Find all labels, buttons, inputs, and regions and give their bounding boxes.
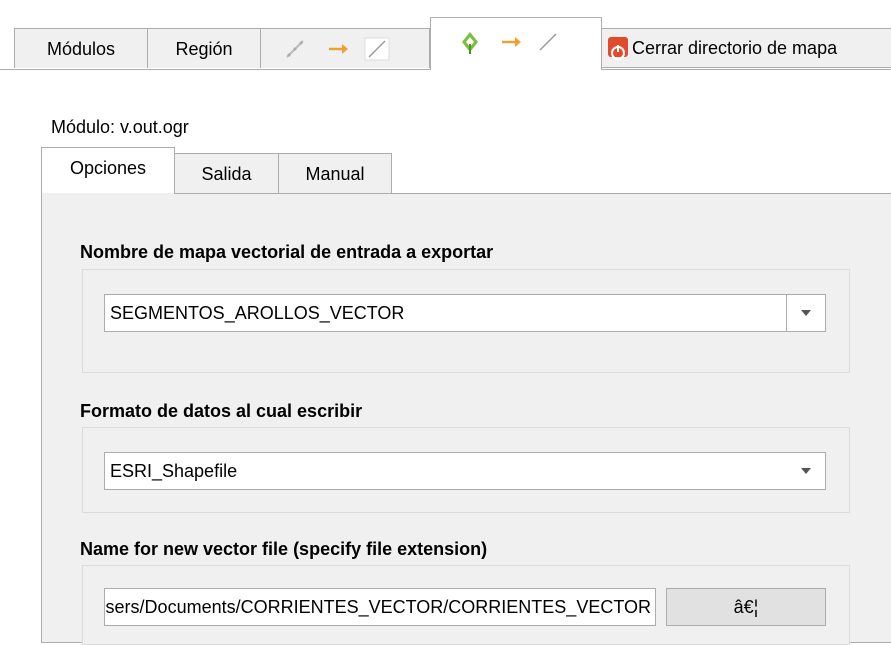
output-file-title: Name for new vector file (specify file e… — [80, 539, 488, 559]
tab-region[interactable]: Región — [147, 28, 261, 68]
format-value: ESRI_Shapefile — [110, 461, 238, 481]
power-icon — [608, 37, 628, 60]
active-tab-joint — [42, 193, 174, 195]
input-map-dropdown[interactable] — [786, 295, 825, 331]
module-name: Módulo: v.out.ogr — [51, 117, 189, 137]
format-title: Formato de datos al cual escribir — [80, 401, 363, 421]
input-map-value: SEGMENTOS_AROLLOS_VECTOR — [110, 303, 405, 323]
browse-button[interactable]: â€¦ — [666, 588, 826, 626]
tab-vector-export[interactable] — [430, 17, 602, 70]
close-mapset-button[interactable]: Cerrar directorio de mapa — [601, 28, 891, 68]
chevron-down-icon — [801, 468, 811, 474]
tab-baseline — [0, 69, 430, 70]
arrow-right-icon — [329, 44, 348, 54]
tab-output-label: Salida — [201, 164, 252, 184]
tab-manual[interactable]: Manual — [278, 153, 392, 193]
vector-line-icon — [286, 40, 304, 58]
browse-label: â€¦ — [733, 597, 759, 617]
line-icon — [364, 37, 390, 61]
line-icon — [539, 33, 557, 51]
tab-modules-label: Módulos — [46, 39, 116, 59]
arrow-right-icon — [502, 37, 521, 47]
tab-baseline-right — [601, 69, 891, 70]
chevron-down-icon — [801, 310, 811, 316]
tab-modules[interactable]: Módulos — [14, 28, 148, 68]
input-map-title: Nombre de mapa vectorial de entrada a ex… — [80, 242, 494, 262]
close-mapset-label: Cerrar directorio de mapa — [632, 38, 838, 58]
tab-options[interactable]: Opciones — [41, 147, 175, 195]
vector-import-icon-group — [286, 37, 390, 61]
format-combo[interactable]: ESRI_Shapefile — [104, 452, 826, 490]
format-dropdown[interactable] — [787, 453, 825, 489]
tab-output[interactable]: Salida — [174, 153, 279, 193]
input-map-combo[interactable]: SEGMENTOS_AROLLOS_VECTOR — [104, 294, 826, 332]
grass-icon — [462, 32, 478, 54]
tab-vector-import[interactable] — [260, 28, 430, 68]
tab-manual-label: Manual — [305, 164, 365, 184]
output-file-value: C:/Users/Documents/CORRIENTES_VECTOR/COR… — [104, 597, 651, 617]
tab-options-label: Opciones — [69, 158, 147, 178]
tab-region-label: Región — [175, 39, 233, 59]
vector-export-icon-group — [462, 32, 557, 54]
top-tab-bar: Módulos Región Cerrar directorio de mapa — [0, 0, 891, 70]
output-file-input[interactable]: C:/Users/Documents/CORRIENTES_VECTOR/COR… — [104, 588, 656, 626]
